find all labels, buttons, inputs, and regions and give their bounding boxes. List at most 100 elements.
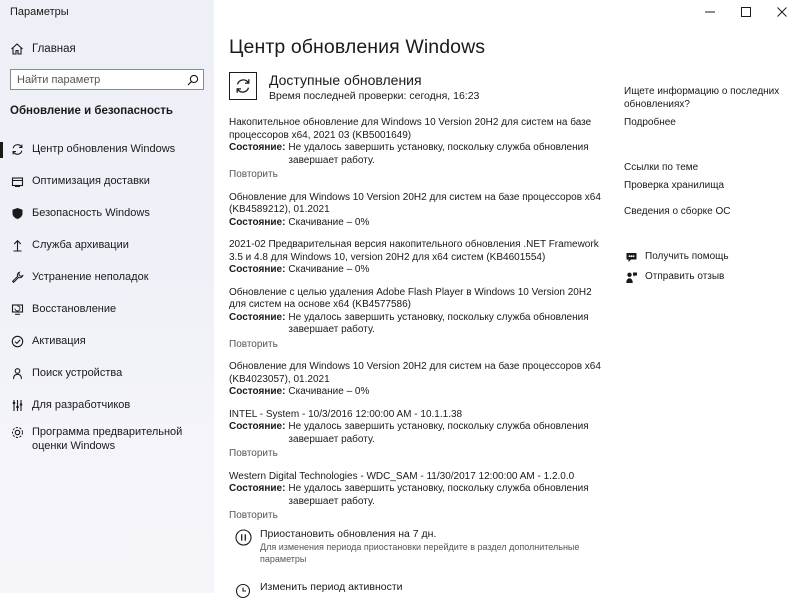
backup-icon — [10, 238, 24, 252]
update-state: Состояние: Скачивание – 0% — [229, 217, 604, 230]
search-box[interactable] — [10, 69, 204, 90]
window-controls — [692, 0, 800, 24]
minimize-button[interactable] — [692, 0, 728, 24]
feedback-icon — [624, 270, 638, 284]
person-pin-icon — [10, 366, 24, 380]
sidebar-item-windows-security[interactable]: Безопасность Windows — [0, 204, 214, 224]
update-title: Обновление для Windows 10 Version 20H2 д… — [229, 361, 601, 385]
update-state-key: Состояние: — [229, 311, 286, 323]
sidebar-item-label: Служба архивации — [32, 239, 129, 251]
pause-updates-desc: Для изменения периода приостановки перей… — [260, 542, 580, 564]
list-item: Western Digital Technologies - WDC_SAM -… — [229, 471, 604, 523]
sidebar-item-delivery-optimization[interactable]: Оптимизация доставки — [0, 172, 214, 192]
sidebar-item-label: Безопасность Windows — [32, 207, 150, 219]
update-state-text: Скачивание – 0% — [288, 216, 370, 228]
developer-icon — [10, 398, 24, 412]
sidebar-item-label: Программа предварительной оценки Windows — [32, 426, 183, 452]
sidebar-home-label: Главная — [32, 43, 76, 55]
sidebar-item-insider[interactable]: Программа предварительной оценки Windows — [0, 423, 214, 453]
update-title: Накопительное обновление для Windows 10 … — [229, 117, 592, 141]
status-last-check: Время последней проверки: сегодня, 16:23 — [269, 90, 480, 102]
chat-bubble-icon — [624, 250, 638, 264]
sidebar-item-developers[interactable]: Для разработчиков — [0, 396, 214, 416]
info-question: Ищете информацию о последних обновлениях… — [624, 86, 780, 110]
list-item: Обновление для Windows 10 Version 20H2 д… — [229, 361, 604, 399]
sidebar-item-activation[interactable]: Активация — [0, 332, 214, 352]
related-links-title: Ссылки по теме — [624, 162, 699, 173]
search-icon[interactable] — [183, 74, 203, 86]
shield-icon — [10, 206, 24, 220]
active-hours-option[interactable]: Изменить период активности — [234, 581, 403, 599]
update-state-key: Состояние: — [229, 216, 286, 228]
list-item: Обновление с целью удаления Adobe Flash … — [229, 287, 604, 352]
sidebar-item-backup[interactable]: Служба архивации — [0, 236, 214, 256]
pause-updates-title: Приостановить обновления на 7 дн. — [260, 528, 437, 540]
update-state-text: Скачивание – 0% — [288, 386, 370, 397]
update-status-icon — [229, 72, 257, 100]
maximize-icon — [741, 7, 751, 17]
window-title: Параметры — [10, 6, 69, 18]
list-item: 2021-02 Предварительная версия накопител… — [229, 239, 604, 277]
sidebar-home[interactable]: Главная — [10, 40, 76, 58]
sidebar-item-label: Активация — [32, 335, 86, 347]
recovery-icon — [10, 302, 24, 316]
storage-check-link[interactable]: Проверка хранилища — [624, 180, 724, 193]
sidebar-item-label: Центр обновления Windows — [32, 143, 176, 155]
updates-list: Накопительное обновление для Windows 10 … — [229, 117, 604, 523]
sidebar-nav: Центр обновления Windows Оптимизация дос… — [0, 140, 214, 453]
update-state-text: Не удалось завершить установку, поскольк… — [288, 421, 589, 445]
get-help-label: Получить помощь — [645, 250, 729, 262]
sidebar-item-label: Оптимизация доставки — [32, 175, 150, 187]
search-input[interactable] — [11, 70, 183, 89]
sidebar-item-windows-update[interactable]: Центр обновления Windows — [0, 140, 214, 160]
list-item: INTEL - System - 10/3/2016 12:00:00 AM -… — [229, 409, 604, 461]
sidebar-item-troubleshoot[interactable]: Устранение неполадок — [0, 268, 214, 288]
get-help-link[interactable]: Получить помощь — [624, 250, 729, 264]
send-feedback-label: Отправить отзыв — [645, 270, 725, 282]
retry-button[interactable]: Повторить — [229, 339, 278, 352]
close-icon — [777, 7, 787, 17]
main-content: Центр обновления Windows Доступные обнов… — [214, 0, 800, 598]
more-info-link[interactable]: Подробнее — [624, 117, 676, 130]
list-item: Накопительное обновление для Windows 10 … — [229, 117, 604, 182]
pause-updates-option[interactable]: Приостановить обновления на 7 дн. Для из… — [234, 528, 594, 565]
update-title: Обновление с целью удаления Adobe Flash … — [229, 286, 592, 311]
sidebar: Параметры Главная Обновление и безопасно… — [0, 0, 214, 593]
sidebar-item-find-device[interactable]: Поиск устройства — [0, 364, 214, 384]
retry-button[interactable]: Повторить — [229, 510, 278, 523]
sidebar-item-label: Поиск устройства — [32, 367, 123, 379]
insider-icon — [10, 425, 24, 439]
status-title: Доступные обновления — [269, 72, 422, 88]
send-feedback-link[interactable]: Отправить отзыв — [624, 270, 724, 284]
update-state: Состояние: Не удалось завершить установк… — [229, 142, 604, 167]
maximize-button[interactable] — [728, 0, 764, 24]
sidebar-item-label: Для разработчиков — [32, 399, 131, 411]
update-title: 2021-02 Предварительная версия накопител… — [229, 239, 599, 263]
update-state-key: Состояние: — [229, 142, 286, 153]
sidebar-item-label: Устранение неполадок — [32, 271, 149, 283]
update-state-key: Состояние: — [229, 483, 286, 494]
update-state-key: Состояние: — [229, 264, 286, 275]
update-state-text: Скачивание – 0% — [288, 264, 370, 275]
list-item: Обновление для Windows 10 Version 20H2 д… — [229, 192, 604, 230]
update-state-key: Состояние: — [229, 421, 286, 432]
sidebar-item-recovery[interactable]: Восстановление — [0, 300, 214, 320]
home-icon — [10, 42, 24, 56]
update-state: Состояние: Скачивание – 0% — [229, 386, 604, 399]
close-button[interactable] — [764, 0, 800, 24]
pause-icon — [234, 528, 252, 546]
wrench-icon — [10, 270, 24, 284]
update-state: Состояние: Не удалось завершить установк… — [229, 312, 604, 337]
retry-button[interactable]: Повторить — [229, 448, 278, 461]
update-title: Western Digital Technologies - WDC_SAM -… — [229, 470, 575, 482]
update-title: Обновление для Windows 10 Version 20H2 д… — [229, 191, 601, 216]
os-build-info-link[interactable]: Сведения о сборке ОС — [624, 206, 730, 219]
update-state-text: Не удалось завершить установку, поскольк… — [288, 311, 589, 336]
delivery-icon — [10, 174, 24, 188]
check-circle-icon — [10, 334, 24, 348]
page-title: Центр обновления Windows — [229, 36, 486, 58]
retry-button[interactable]: Повторить — [229, 169, 278, 182]
update-state: Состояние: Скачивание – 0% — [229, 264, 604, 277]
update-state-text: Не удалось завершить установку, поскольк… — [288, 142, 589, 166]
active-hours-icon — [234, 581, 252, 599]
